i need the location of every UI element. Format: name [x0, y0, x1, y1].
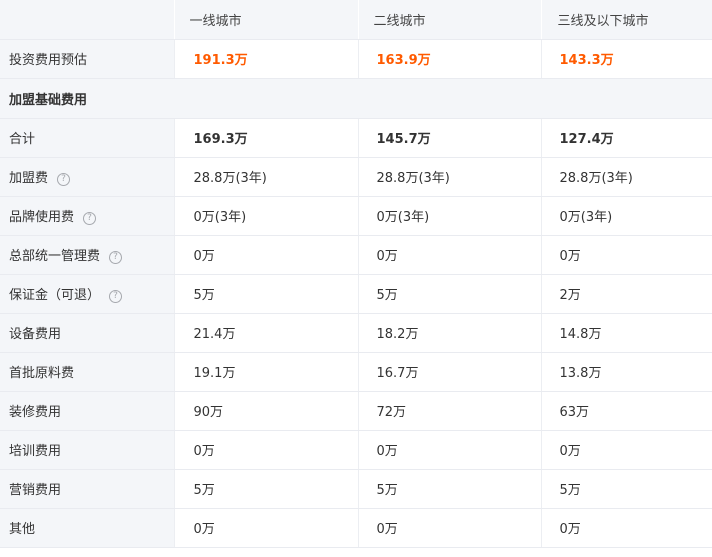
- value-cell-tier3: 0万: [540, 508, 712, 548]
- row-label-text: 总部统一管理费: [9, 249, 101, 264]
- header-empty-cell: [0, 0, 174, 40]
- row-label: 品牌使用费?: [0, 196, 174, 236]
- value-cell-tier3: 63万: [540, 391, 712, 431]
- row-label: 其他: [0, 508, 174, 548]
- value-cell-tier1: 90万: [173, 391, 358, 431]
- value-cell-tier2: 0万: [357, 430, 541, 470]
- help-icon[interactable]: ?: [109, 251, 123, 264]
- value-cell-tier3: 2万: [540, 274, 712, 314]
- table-row-materials: 首批原料费 19.1万 16.7万 13.8万: [0, 352, 712, 392]
- row-label-text: 首批原料费: [9, 366, 75, 381]
- table-row-other: 其他 0万 0万 0万: [0, 508, 712, 548]
- value-cell-tier3: 5万: [540, 469, 712, 509]
- table-row-marketing: 营销费用 5万 5万 5万: [0, 469, 712, 509]
- help-icon[interactable]: ?: [57, 173, 71, 186]
- value-cell-tier2: 145.7万: [357, 118, 541, 158]
- table-header-row: 一线城市 二线城市 三线及以下城市: [0, 0, 712, 40]
- value-cell-tier3: 14.8万: [540, 313, 712, 353]
- table-row-deposit: 保证金（可退）? 5万 5万 2万: [0, 274, 712, 314]
- column-header-tier2: 二线城市: [357, 0, 541, 40]
- help-icon[interactable]: ?: [109, 290, 123, 303]
- value-cell-tier2: 72万: [357, 391, 541, 431]
- table-row-total: 合计 169.3万 145.7万 127.4万: [0, 118, 712, 158]
- table-row-equipment: 设备费用 21.4万 18.2万 14.8万: [0, 313, 712, 353]
- row-label-text: 装修费用: [9, 405, 62, 420]
- value-cell-tier2: 0万: [357, 508, 541, 548]
- table-row-management-fee: 总部统一管理费? 0万 0万 0万: [0, 235, 712, 275]
- value-cell-tier3: 28.8万(3年): [540, 157, 712, 197]
- value-cell-tier2: 18.2万: [357, 313, 541, 353]
- value-cell-tier2: 5万: [357, 274, 541, 314]
- row-label: 营销费用: [0, 469, 174, 509]
- row-label-text: 设备费用: [9, 327, 62, 342]
- value-cell-tier2: 28.8万(3年): [357, 157, 541, 197]
- row-label: 培训费用: [0, 430, 174, 470]
- row-label: 装修费用: [0, 391, 174, 431]
- value-cell-tier2: 5万: [357, 469, 541, 509]
- row-label-text: 培训费用: [9, 444, 62, 459]
- value-cell-tier2: 0万(3年): [357, 196, 541, 236]
- value-cell-tier2: 0万: [357, 235, 541, 275]
- investment-tier2-value: 163.9万: [357, 39, 541, 79]
- value-cell-tier1: 28.8万(3年): [173, 157, 358, 197]
- row-label-text: 品牌使用费: [9, 210, 75, 225]
- value-cell-tier1: 0万: [173, 508, 358, 548]
- value-cell-tier3: 13.8万: [540, 352, 712, 392]
- investment-estimate-row: 投资费用预估 191.3万 163.9万 143.3万: [0, 39, 712, 79]
- value-cell-tier1: 19.1万: [173, 352, 358, 392]
- table-row-training: 培训费用 0万 0万 0万: [0, 430, 712, 470]
- value-cell-tier3: 0万(3年): [540, 196, 712, 236]
- row-label-text: 合计: [9, 132, 36, 147]
- value-cell-tier3: 0万: [540, 430, 712, 470]
- value-cell-tier1: 0万: [173, 430, 358, 470]
- row-label: 设备费用: [0, 313, 174, 353]
- investment-tier3-value: 143.3万: [540, 39, 712, 79]
- value-cell-tier2: 16.7万: [357, 352, 541, 392]
- row-label: 保证金（可退）?: [0, 274, 174, 314]
- column-header-tier1: 一线城市: [173, 0, 358, 40]
- table-row-decoration: 装修费用 90万 72万 63万: [0, 391, 712, 431]
- row-label: 合计: [0, 118, 174, 158]
- value-cell-tier1: 5万: [173, 274, 358, 314]
- cost-rows: 合计 169.3万 145.7万 127.4万 加盟费? 28.8万(3年) 28.8万(3…: [0, 118, 712, 548]
- row-label-text: 其他: [9, 522, 36, 537]
- section-fill: [174, 78, 712, 119]
- section-title: 加盟基础费用: [0, 78, 174, 119]
- investment-tier1-value: 191.3万: [173, 39, 358, 79]
- value-cell-tier3: 0万: [540, 235, 712, 275]
- row-label-text: 保证金（可退）: [9, 288, 101, 303]
- section-header-row: 加盟基础费用: [0, 78, 712, 119]
- row-label: 首批原料费: [0, 352, 174, 392]
- value-cell-tier1: 0万: [173, 235, 358, 275]
- help-icon[interactable]: ?: [83, 212, 97, 225]
- row-label-text: 营销费用: [9, 483, 62, 498]
- value-cell-tier1: 5万: [173, 469, 358, 509]
- investment-estimate-label: 投资费用预估: [0, 39, 174, 79]
- table-row-brand-fee: 品牌使用费? 0万(3年) 0万(3年) 0万(3年): [0, 196, 712, 236]
- value-cell-tier3: 127.4万: [540, 118, 712, 158]
- value-cell-tier1: 0万(3年): [173, 196, 358, 236]
- row-label-text: 加盟费: [9, 171, 49, 186]
- franchise-cost-table: 一线城市 二线城市 三线及以下城市 投资费用预估 191.3万 163.9万 1…: [0, 0, 712, 548]
- table-row-franchise-fee: 加盟费? 28.8万(3年) 28.8万(3年) 28.8万(3年): [0, 157, 712, 197]
- column-header-tier3: 三线及以下城市: [540, 0, 712, 40]
- value-cell-tier1: 21.4万: [173, 313, 358, 353]
- value-cell-tier1: 169.3万: [173, 118, 358, 158]
- row-label: 总部统一管理费?: [0, 235, 174, 275]
- row-label: 加盟费?: [0, 157, 174, 197]
